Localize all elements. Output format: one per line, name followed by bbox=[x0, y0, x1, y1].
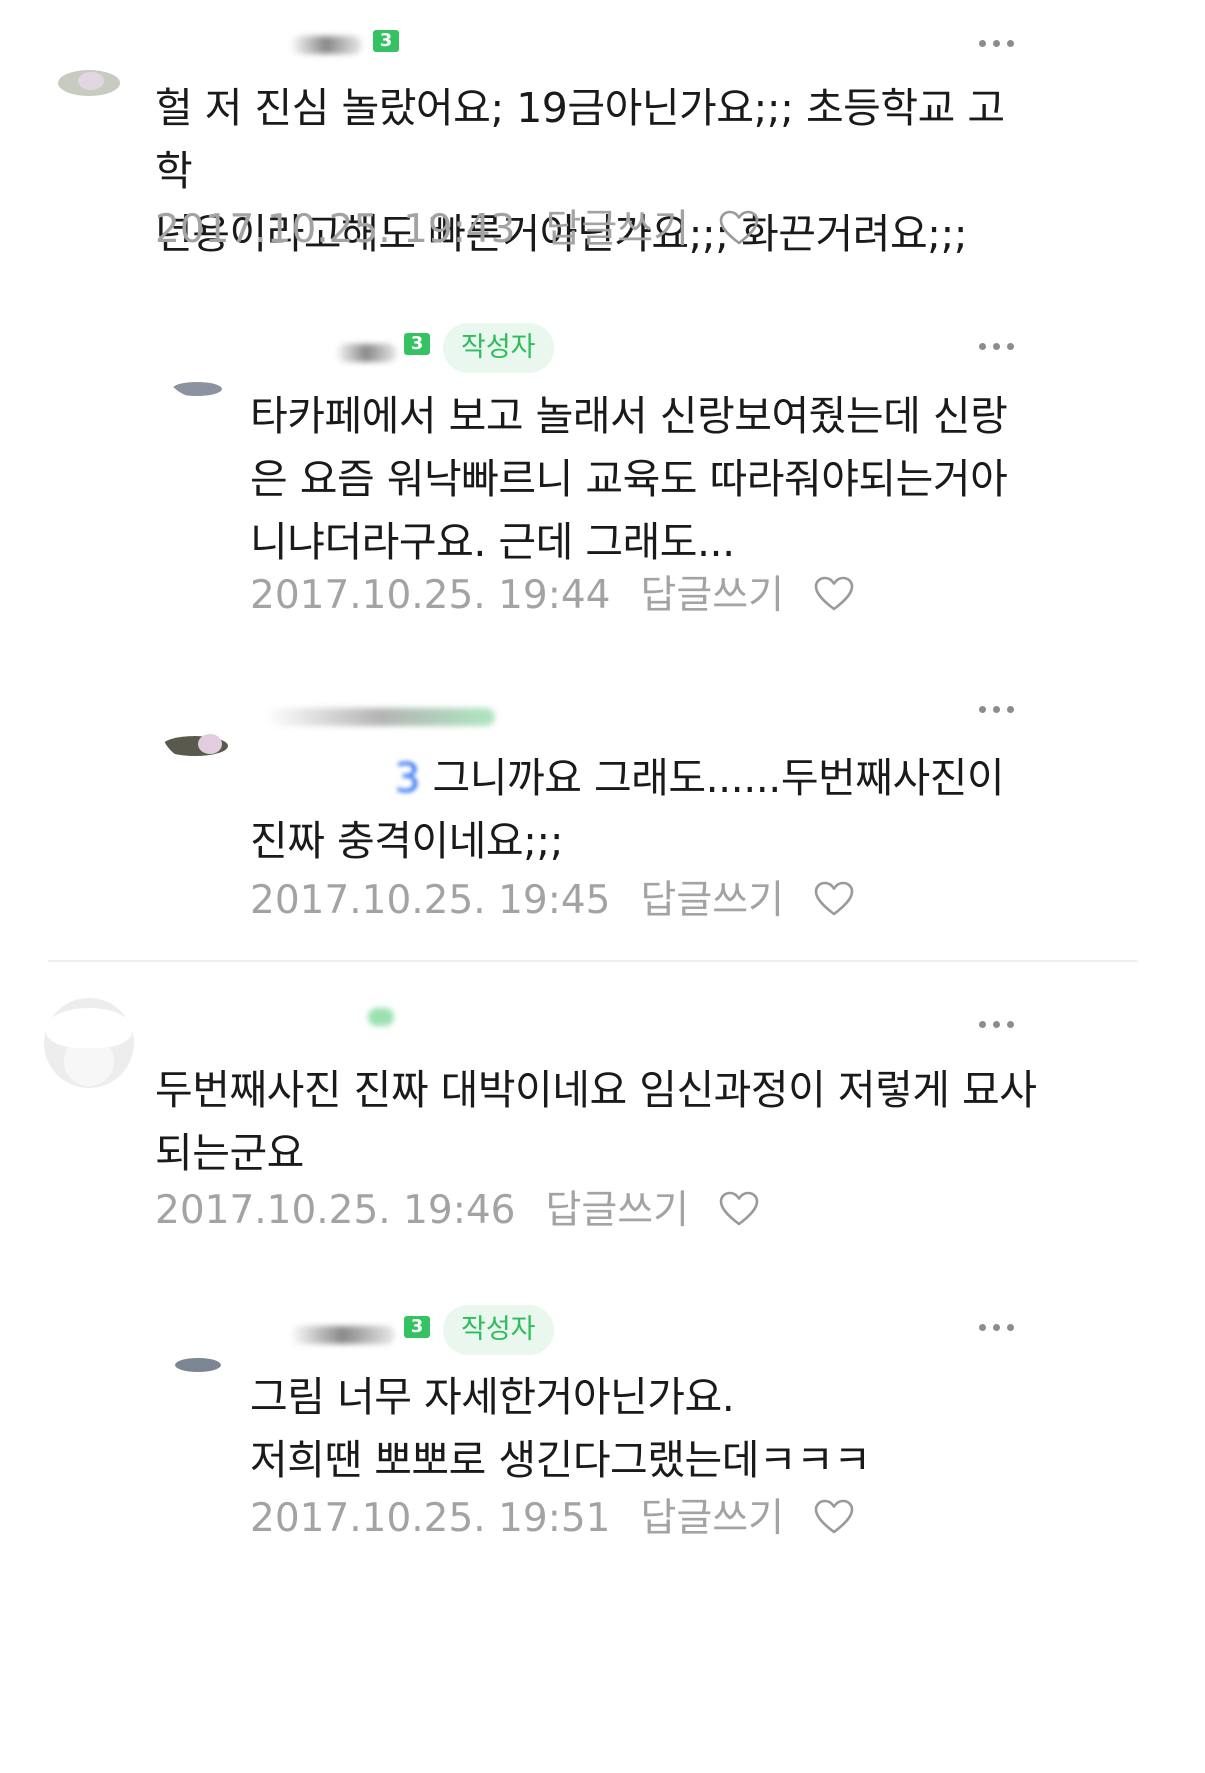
avatar[interactable] bbox=[44, 998, 134, 1088]
comment-text-line: 니냐더라구요. 근데 그래도... bbox=[250, 518, 735, 566]
comment-meta: 2017.10.25. 19:43 답글쓰기 bbox=[155, 207, 759, 253]
username[interactable] bbox=[265, 708, 495, 726]
more-options-icon[interactable] bbox=[975, 699, 1019, 719]
reply-button[interactable]: 답글쓰기 bbox=[640, 573, 784, 619]
username[interactable] bbox=[290, 1326, 395, 1344]
comment-text-line: 3 그니까요 그래도......두번째사진이 bbox=[250, 747, 1040, 810]
heart-icon[interactable] bbox=[719, 210, 759, 246]
level-badge: 3 bbox=[404, 333, 430, 355]
author-badge: 작성자 bbox=[443, 323, 554, 373]
more-options-icon[interactable] bbox=[975, 33, 1019, 53]
comment-text: 그림 너무 자세한거아닌가요. 저희땐 뽀뽀로 생긴다그랬는데ㅋㅋㅋ bbox=[250, 1366, 1040, 1492]
comment-text-line: 진짜 충격이네요;;; bbox=[250, 817, 564, 865]
more-options-icon[interactable] bbox=[975, 1014, 1019, 1034]
more-options-icon[interactable] bbox=[975, 336, 1019, 356]
avatar[interactable] bbox=[50, 22, 130, 102]
level-badge: 3 bbox=[404, 1316, 430, 1338]
comment-text: 두번째사진 진짜 대박이네요 임신과정이 저렇게 묘사 되는군요 bbox=[155, 1059, 1055, 1185]
comment-meta: 2017.10.25. 19:51 답글쓰기 bbox=[250, 1496, 854, 1542]
avatar[interactable] bbox=[165, 1306, 237, 1378]
comment-text-line: 헐 저 진심 놀랐어요; 19금아닌가요;;; 초등학교 고학 bbox=[155, 84, 1005, 195]
mention-tag[interactable]: 3 bbox=[250, 747, 420, 810]
comment-text: 3 그니까요 그래도......두번째사진이 진짜 충격이네요;;; bbox=[250, 747, 1040, 873]
reply-button[interactable]: 답글쓰기 bbox=[640, 1496, 784, 1542]
heart-icon[interactable] bbox=[814, 881, 854, 917]
comment-text: 타카페에서 보고 놀래서 신랑보여줬는데 신랑 은 요즘 워낙빠르니 교육도 따… bbox=[250, 385, 1040, 574]
comment-text-line: 타카페에서 보고 놀래서 신랑보여줬는데 신랑 bbox=[250, 392, 1008, 440]
comment-date: 2017.10.25. 19:46 bbox=[155, 1188, 516, 1233]
heart-icon[interactable] bbox=[814, 1499, 854, 1535]
avatar[interactable] bbox=[160, 686, 236, 762]
comment-date: 2017.10.25. 19:44 bbox=[250, 573, 611, 618]
comment-meta: 2017.10.25. 19:46 답글쓰기 bbox=[155, 1188, 759, 1234]
comment-text-line: 은 요즘 워낙빠르니 교육도 따라줘야되는거아 bbox=[250, 455, 1008, 503]
more-options-icon[interactable] bbox=[975, 1317, 1019, 1337]
heart-icon[interactable] bbox=[814, 576, 854, 612]
comment-text-line: 되는군요 bbox=[155, 1129, 304, 1177]
comment-meta: 2017.10.25. 19:45 답글쓰기 bbox=[250, 878, 854, 924]
reply-button[interactable]: 답글쓰기 bbox=[545, 207, 689, 253]
comment-text-line: 두번째사진 진짜 대박이네요 임신과정이 저렇게 묘사 bbox=[155, 1066, 1037, 1114]
username[interactable] bbox=[290, 36, 362, 54]
avatar[interactable] bbox=[162, 322, 238, 398]
username[interactable] bbox=[368, 1008, 394, 1026]
reply-button[interactable]: 답글쓰기 bbox=[545, 1188, 689, 1234]
author-badge: 작성자 bbox=[443, 1305, 554, 1355]
comment-date: 2017.10.25. 19:45 bbox=[250, 878, 611, 923]
comment-date: 2017.10.25. 19:51 bbox=[250, 1496, 611, 1541]
comment-date: 2017.10.25. 19:43 bbox=[155, 207, 516, 252]
username[interactable] bbox=[335, 344, 397, 362]
comment-text-line: 그림 너무 자세한거아닌가요. bbox=[250, 1373, 735, 1421]
level-badge: 3 bbox=[373, 30, 399, 52]
comment-meta: 2017.10.25. 19:44 답글쓰기 bbox=[250, 573, 854, 619]
heart-icon[interactable] bbox=[719, 1191, 759, 1227]
comment-text-line: 저희땐 뽀뽀로 생긴다그랬는데ㅋㅋㅋ bbox=[250, 1436, 871, 1484]
comment-divider bbox=[48, 960, 1138, 962]
reply-button[interactable]: 답글쓰기 bbox=[640, 878, 784, 924]
comment-text-line-content: 그니까요 그래도......두번째사진이 bbox=[432, 754, 1005, 802]
